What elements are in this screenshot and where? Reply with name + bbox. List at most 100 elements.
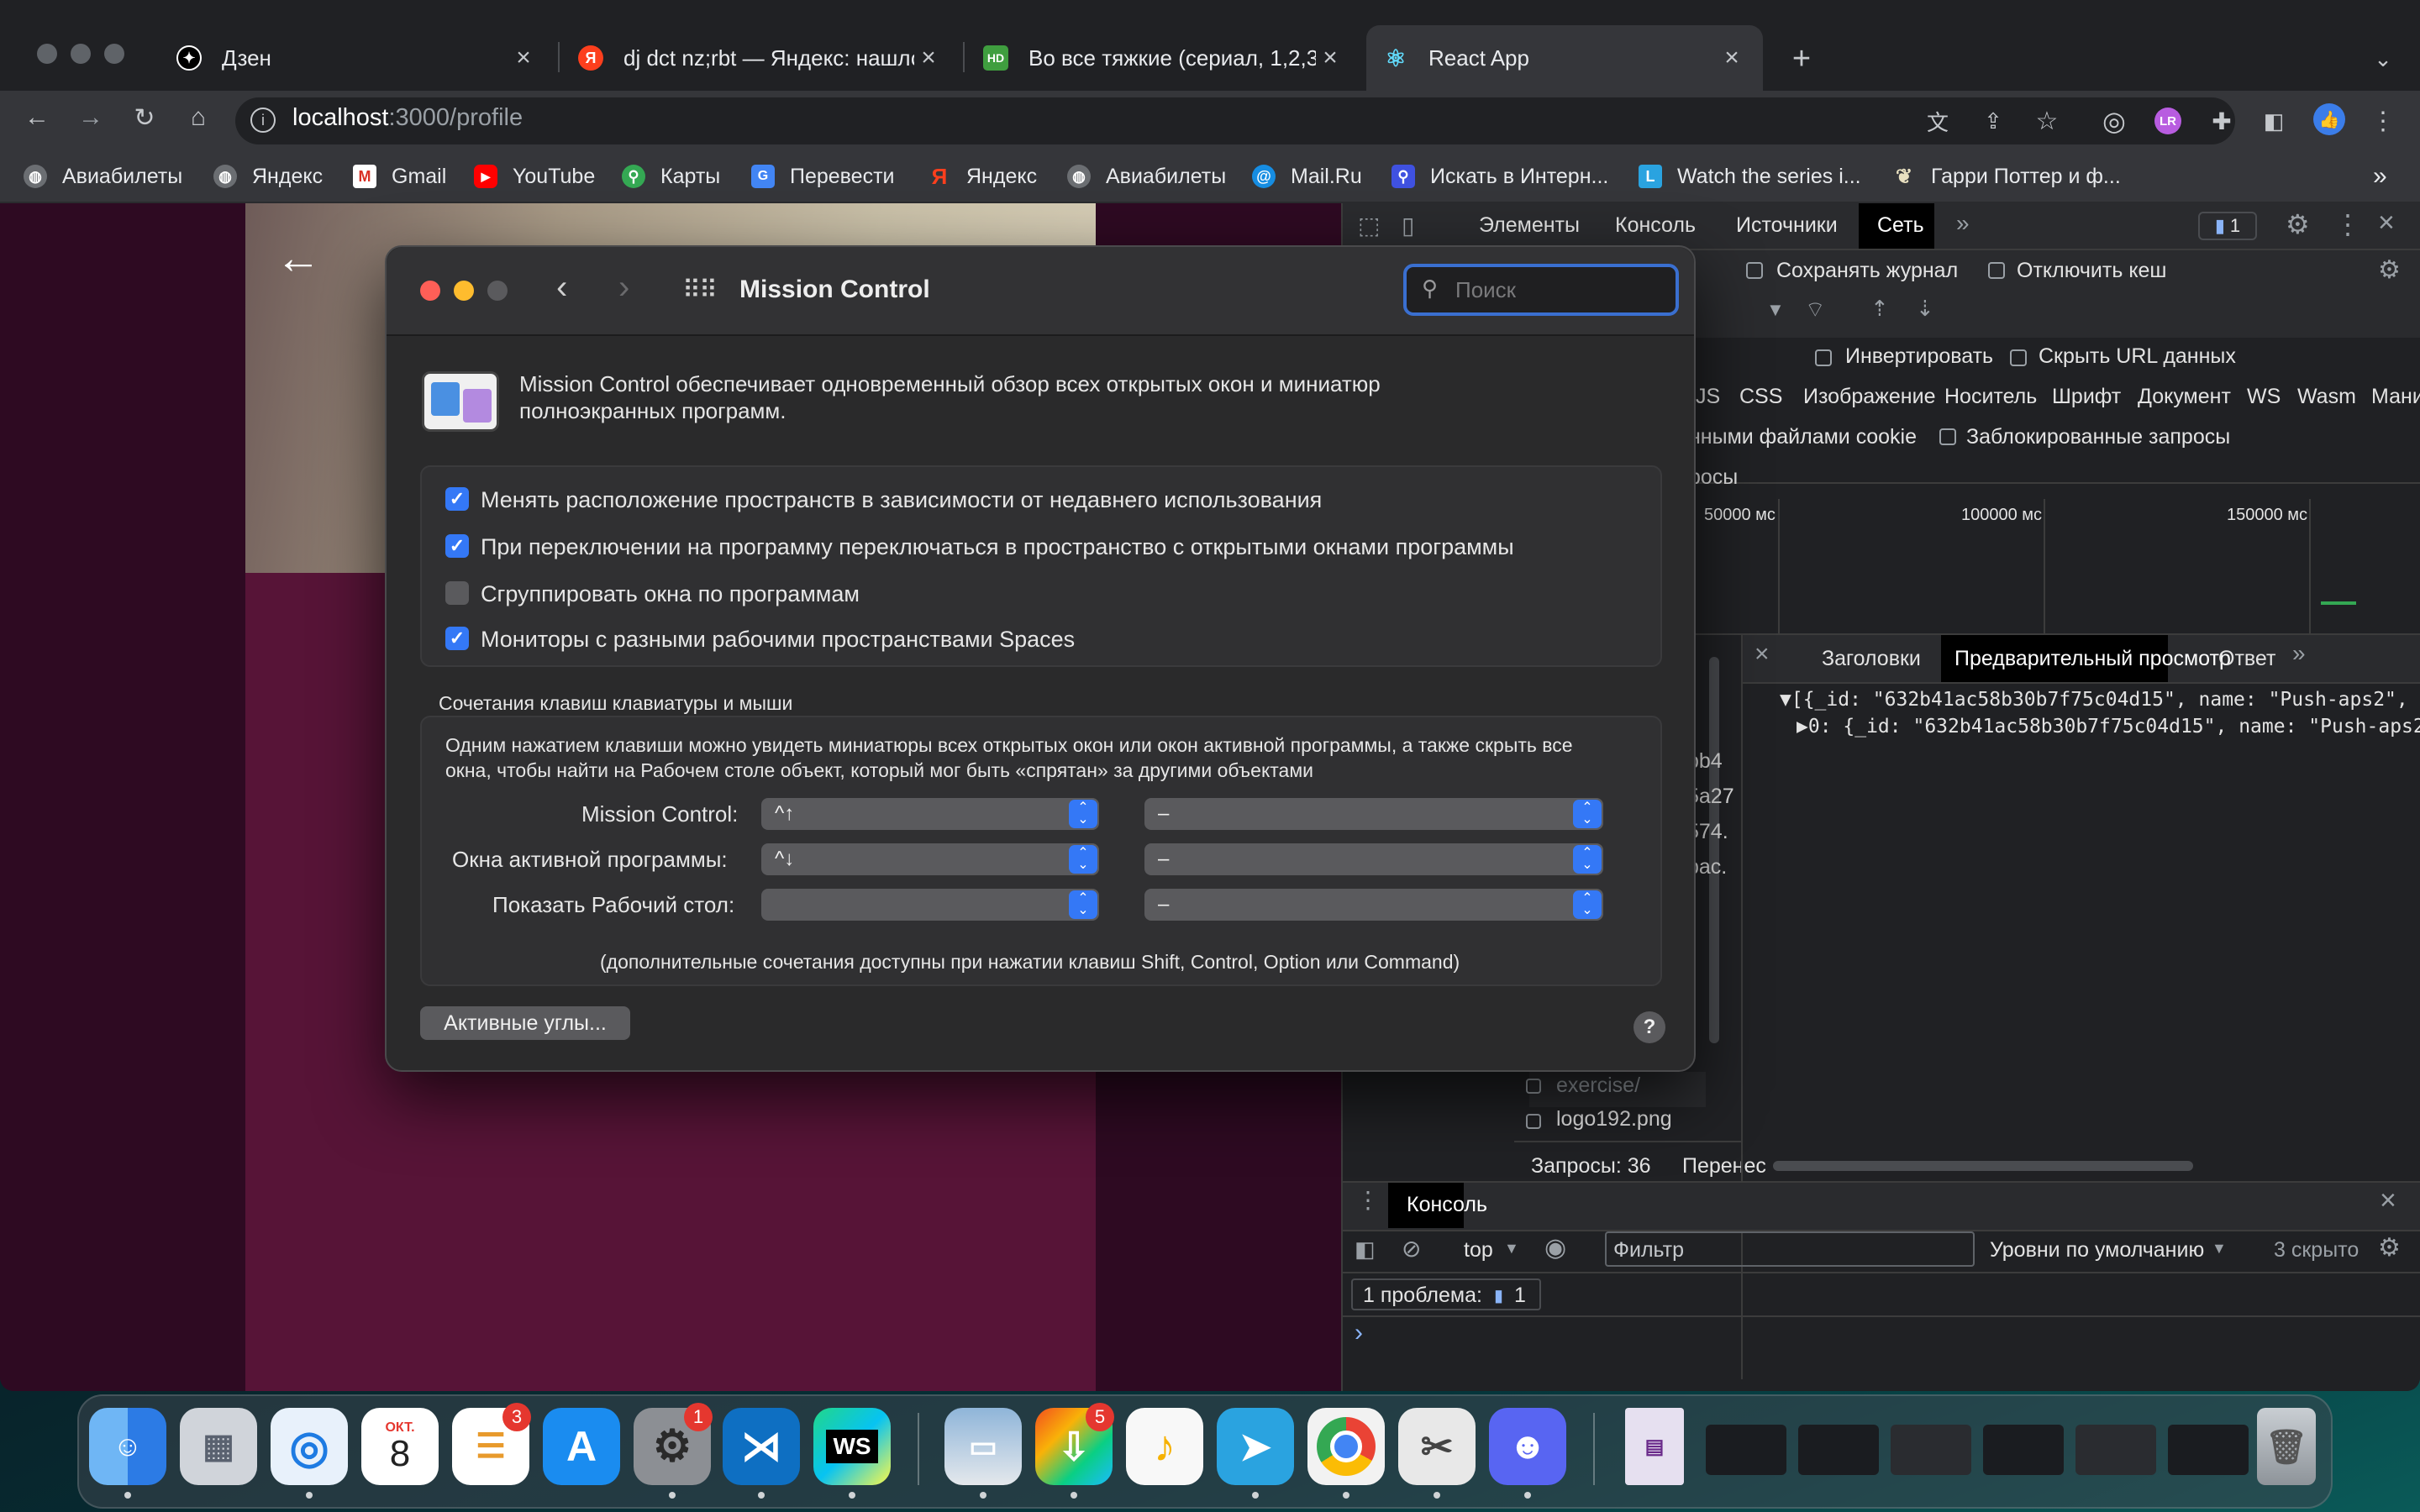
close-details-icon[interactable]: ×: [1754, 640, 1770, 669]
export-har-icon[interactable]: ⇣: [1916, 296, 1934, 322]
share-icon[interactable]: ⇪: [1976, 104, 2010, 138]
devtools-tab-sources[interactable]: Источники: [1736, 213, 1838, 238]
window-close-dot[interactable]: [37, 44, 57, 64]
type-filter-ws[interactable]: WS: [2247, 385, 2281, 409]
bookmark-item[interactable]: ◍ Авиабилеты: [1067, 151, 1226, 202]
shortcut-mouse-popup[interactable]: – ⌃ ⌄: [1144, 843, 1603, 875]
webstorm-icon[interactable]: WS: [813, 1408, 891, 1485]
close-icon[interactable]: ×: [1316, 44, 1344, 72]
more-tabs-chevron-icon[interactable]: »: [2292, 640, 2306, 667]
discord-icon[interactable]: ☻: [1489, 1408, 1566, 1485]
console-settings-gear-icon[interactable]: ⚙: [2378, 1233, 2401, 1263]
type-filter-manifest[interactable]: Мани: [2371, 385, 2420, 409]
request-name[interactable]: logo192.png: [1556, 1107, 1672, 1131]
hot-corners-button[interactable]: Активные углы...: [420, 1006, 630, 1040]
url-text[interactable]: localhost:3000/profile: [292, 104, 523, 132]
shortcut-key-popup[interactable]: ^↓ ⌃ ⌄: [761, 843, 1099, 875]
reload-icon[interactable]: ↻: [128, 101, 161, 134]
shortcut-mouse-popup[interactable]: – ⌃ ⌄: [1144, 798, 1603, 830]
new-tab-plus-icon[interactable]: +: [1785, 41, 1818, 76]
chrome-icon[interactable]: [1307, 1408, 1385, 1485]
close-devtools-icon[interactable]: ×: [2378, 207, 2395, 239]
back-arrow-icon[interactable]: ←: [20, 101, 54, 134]
site-info-icon[interactable]: i: [250, 108, 276, 133]
forward-chevron-icon[interactable]: ›: [618, 269, 629, 307]
option-checkbox[interactable]: ✓: [445, 534, 469, 558]
bookmark-item[interactable]: L Watch the series i...: [1639, 151, 1861, 202]
throttling-dropdown-icon[interactable]: ▼: [1766, 299, 1785, 321]
live-expression-eye-icon[interactable]: ◉: [1544, 1233, 1566, 1263]
close-icon[interactable]: ×: [509, 44, 538, 72]
bookmark-item[interactable]: ❦ Гарри Поттер и ф...: [1892, 151, 2121, 202]
safari-icon[interactable]: ◎: [271, 1408, 348, 1485]
calendar-icon[interactable]: ОКТ. 8: [361, 1408, 439, 1485]
vscode-icon[interactable]: ⋊: [723, 1408, 800, 1485]
option-checkbox[interactable]: [445, 581, 469, 605]
details-tab-preview[interactable]: Предварительный просмотр: [1954, 647, 2231, 671]
context-selector[interactable]: top: [1464, 1238, 1493, 1263]
shortcut-mouse-popup[interactable]: – ⌃ ⌄: [1144, 889, 1603, 921]
bookmark-item[interactable]: ◍ Яндекс: [213, 151, 323, 202]
devtools-tab-elements[interactable]: Элементы: [1479, 213, 1580, 238]
extension-lr-icon[interactable]: LR: [2151, 104, 2185, 138]
tab-zen[interactable]: ✦ Дзен ×: [160, 25, 555, 91]
telegram-icon[interactable]: ➤: [1217, 1408, 1294, 1485]
more-bookmarks-chevron-icon[interactable]: »: [2373, 151, 2387, 202]
screenshot-tool-icon[interactable]: ✂: [1398, 1408, 1476, 1485]
profile-avatar-icon[interactable]: 👍: [2312, 102, 2346, 136]
minimized-window-thumbnail[interactable]: [1798, 1425, 1879, 1475]
type-filter-media[interactable]: Носитель: [1944, 385, 2037, 409]
side-panel-icon[interactable]: ◧: [2257, 104, 2291, 138]
tab-yandex-search[interactable]: Я dj dct nz;rbt — Яндекс: нашло ×: [561, 25, 960, 91]
bookmark-item[interactable]: Я Яндекс: [928, 151, 1037, 202]
type-filter-js[interactable]: JS: [1696, 385, 1720, 409]
disable-cache-checkbox[interactable]: [1988, 262, 2005, 279]
devtools-tab-network[interactable]: Сеть: [1877, 213, 1924, 238]
tab-breaking-bad[interactable]: HD Во все тяжкие (сериал, 1,2,3, ×: [966, 25, 1361, 91]
window-minimize-dot[interactable]: [71, 44, 91, 64]
more-tabs-chevron-icon[interactable]: »: [1956, 210, 1970, 237]
bookmark-item[interactable]: @ Mail.Ru: [1252, 151, 1362, 202]
settings-gear-icon[interactable]: ⚙: [2286, 208, 2310, 240]
type-filter-img[interactable]: Изображение: [1803, 385, 1935, 409]
shortcut-key-popup[interactable]: ^↑ ⌃ ⌄: [761, 798, 1099, 830]
bookmark-item[interactable]: G Перевести: [751, 151, 895, 202]
forward-arrow-icon[interactable]: →: [74, 101, 108, 134]
devtools-tab-console[interactable]: Консоль: [1615, 213, 1696, 238]
app-store-icon[interactable]: A: [543, 1408, 620, 1485]
device-toolbar-icon[interactable]: ▯: [1402, 212, 1414, 239]
drawer-tab-console[interactable]: Консоль: [1407, 1193, 1487, 1217]
preview-json-line[interactable]: ▶0: {_id: "632b41ac58b30b7f75c04d15", na…: [1797, 716, 2420, 738]
dialog-close-button[interactable]: [420, 281, 440, 301]
shortcut-key-popup[interactable]: ⌃ ⌄: [761, 889, 1099, 921]
bookmark-item[interactable]: M Gmail: [353, 151, 446, 202]
invert-checkbox[interactable]: [1815, 349, 1832, 366]
option-checkbox[interactable]: ✓: [445, 487, 469, 511]
back-chevron-icon[interactable]: ‹: [556, 269, 567, 307]
type-filter-font[interactable]: Шрифт: [2052, 385, 2121, 409]
wifi-conditions-icon[interactable]: ⌔: [1805, 296, 1825, 323]
minimized-window-thumbnail[interactable]: [1891, 1425, 1971, 1475]
browser-menu-icon[interactable]: ⋮: [2366, 104, 2400, 138]
tab-search-chevron-icon[interactable]: ⌄: [2366, 42, 2400, 76]
bookmark-item[interactable]: ⚲ Карты: [622, 151, 720, 202]
preview-icon[interactable]: ▭: [944, 1408, 1022, 1485]
console-prompt[interactable]: ›: [1355, 1319, 1363, 1347]
network-settings-gear-icon[interactable]: ⚙: [2378, 255, 2401, 285]
trash-icon[interactable]: 🗑: [2257, 1408, 2316, 1485]
request-list-scrollbar[interactable]: [1709, 657, 1719, 1043]
import-har-icon[interactable]: ⇡: [1870, 296, 1889, 322]
dialog-zoom-button[interactable]: [487, 281, 508, 301]
sidebar-toggle-icon[interactable]: ◧: [1355, 1236, 1376, 1263]
bookmark-star-icon[interactable]: ☆: [2030, 104, 2064, 138]
type-filter-wasm[interactable]: Wasm: [2297, 385, 2356, 409]
minimized-window-thumbnail[interactable]: [2075, 1425, 2156, 1475]
translate-icon[interactable]: 文: [1921, 104, 1954, 138]
bookmark-item[interactable]: ⚲ Искать в Интерн...: [1392, 151, 1608, 202]
close-drawer-icon[interactable]: ×: [2380, 1184, 2396, 1217]
type-filter-css[interactable]: CSS: [1739, 385, 1782, 409]
log-levels-dropdown[interactable]: Уровни по умолчанию: [1990, 1238, 2204, 1263]
window-zoom-dot[interactable]: [104, 44, 124, 64]
issues-counter[interactable]: ▮ 1: [2198, 212, 2257, 240]
bookmark-item[interactable]: ▶ YouTube: [474, 151, 595, 202]
